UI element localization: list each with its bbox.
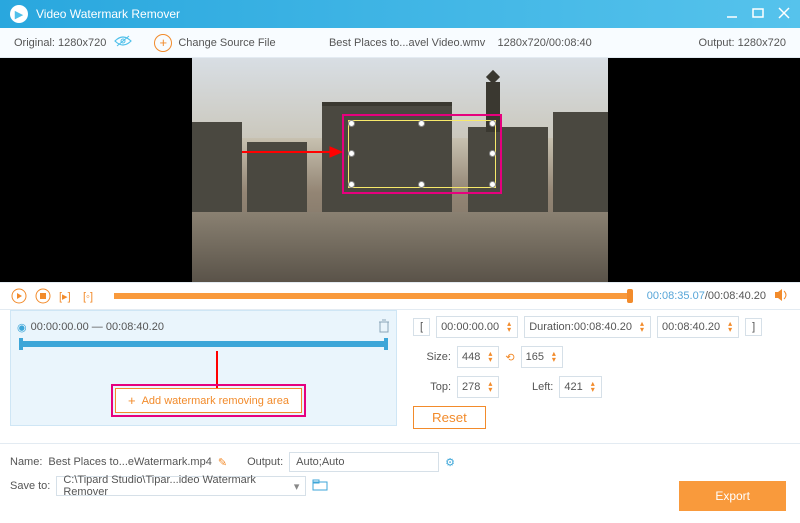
reset-button[interactable]: Reset [413, 406, 486, 429]
minimize-button[interactable] [726, 7, 738, 22]
video-preview[interactable] [0, 58, 800, 282]
top-input[interactable]: 278▴▾ [457, 376, 499, 398]
width-input[interactable]: 448▴▾ [457, 346, 499, 368]
set-start-button[interactable]: [▸] [58, 287, 76, 305]
segment-row[interactable]: ◉ 00:00:00.00 — 00:08:40.20 [17, 317, 390, 337]
open-folder-button[interactable] [312, 479, 328, 494]
bracket-start-button[interactable]: [ [413, 318, 430, 336]
svg-text:[▸]: [▸] [59, 291, 71, 303]
source-filename: Best Places to...avel Video.wmv 1280x720… [329, 37, 592, 49]
left-label: Left: [505, 381, 553, 393]
add-watermark-area-button[interactable]: + Add watermark removing area [115, 388, 302, 413]
plus-icon: + [154, 34, 172, 52]
duration-input[interactable]: Duration:00:08:40.20▴▾ [524, 316, 651, 338]
volume-icon[interactable] [774, 288, 790, 305]
properties-panel: [ 00:00:00.00▴▾ Duration:00:08:40.20▴▾ 0… [409, 310, 790, 443]
segment-range: 00:00:00.00 — 00:08:40.20 [31, 321, 164, 333]
output-name: Best Places to...eWatermark.mp4 [48, 456, 211, 468]
chevron-down-icon[interactable]: ▾ [294, 480, 300, 493]
bottom-panels: ◉ 00:00:00.00 — 00:08:40.20 + Add waterm… [0, 310, 800, 443]
rename-button[interactable]: ✎ [218, 456, 227, 469]
watermark-selection-box[interactable] [342, 114, 502, 194]
size-label: Size: [413, 351, 451, 363]
segments-panel: ◉ 00:00:00.00 — 00:08:40.20 + Add waterm… [10, 310, 397, 426]
change-source-button[interactable]: + Change Source File [154, 34, 275, 52]
delete-segment-button[interactable] [378, 319, 390, 336]
link-aspect-icon[interactable]: ⟲ [505, 351, 514, 364]
resize-handle[interactable] [348, 120, 355, 127]
close-button[interactable] [778, 7, 790, 22]
preview-visibility-icon[interactable] [114, 35, 132, 50]
playback-bar: [▸] [◦] 00:08:35.07/00:08:40.20 [0, 282, 800, 310]
resize-handle[interactable] [489, 150, 496, 157]
app-logo-icon: ▶ [10, 5, 28, 23]
footer: Name: Best Places to...eWatermark.mp4 ✎ … [0, 443, 800, 504]
resize-handle[interactable] [418, 181, 425, 188]
resize-handle[interactable] [348, 181, 355, 188]
output-settings-button[interactable]: ⚙ [445, 456, 455, 469]
original-resolution: Original: 1280x720 [14, 37, 106, 49]
maximize-button[interactable] [752, 7, 764, 22]
start-time-input[interactable]: 00:00:00.00▴▾ [436, 316, 518, 338]
resize-handle[interactable] [489, 120, 496, 127]
app-title: Video Watermark Remover [36, 7, 712, 21]
resize-handle[interactable] [348, 150, 355, 157]
end-time-input[interactable]: 00:08:40.20▴▾ [657, 316, 739, 338]
output-label: Output: [247, 456, 283, 468]
height-input[interactable]: 165▴▾ [521, 346, 563, 368]
plus-icon: + [128, 393, 136, 408]
timeline-knob[interactable] [627, 289, 633, 303]
resize-handle[interactable] [418, 120, 425, 127]
output-format-select[interactable]: Auto;Auto [289, 452, 439, 472]
play-button[interactable] [10, 287, 28, 305]
name-label: Name: [10, 456, 42, 468]
save-to-label: Save to: [10, 480, 50, 492]
svg-text:[◦]: [◦] [83, 291, 93, 303]
top-label: Top: [413, 381, 451, 393]
timeline-slider[interactable] [114, 293, 633, 299]
export-button[interactable]: Export [679, 481, 786, 511]
output-resolution: Output: 1280x720 [699, 37, 786, 49]
bracket-end-button[interactable]: ] [745, 318, 762, 336]
change-source-label: Change Source File [178, 37, 275, 49]
time-display: 00:08:35.07/00:08:40.20 [647, 290, 766, 302]
infobar: Original: 1280x720 + Change Source File … [0, 28, 800, 58]
segment-track[interactable] [19, 341, 388, 347]
set-end-button[interactable]: [◦] [82, 287, 100, 305]
segment-icon: ◉ [17, 321, 27, 334]
left-input[interactable]: 421▴▾ [559, 376, 601, 398]
video-frame [192, 58, 608, 282]
resize-handle[interactable] [489, 181, 496, 188]
annotation-arrow-right-icon [242, 146, 342, 161]
add-area-label: Add watermark removing area [142, 395, 289, 407]
save-path-select[interactable]: C:\Tipard Studio\Tipar...ideo Watermark … [56, 476, 306, 496]
add-watermark-area-annotation: + Add watermark removing area [111, 384, 306, 417]
stop-button[interactable] [34, 287, 52, 305]
titlebar: ▶ Video Watermark Remover [0, 0, 800, 28]
